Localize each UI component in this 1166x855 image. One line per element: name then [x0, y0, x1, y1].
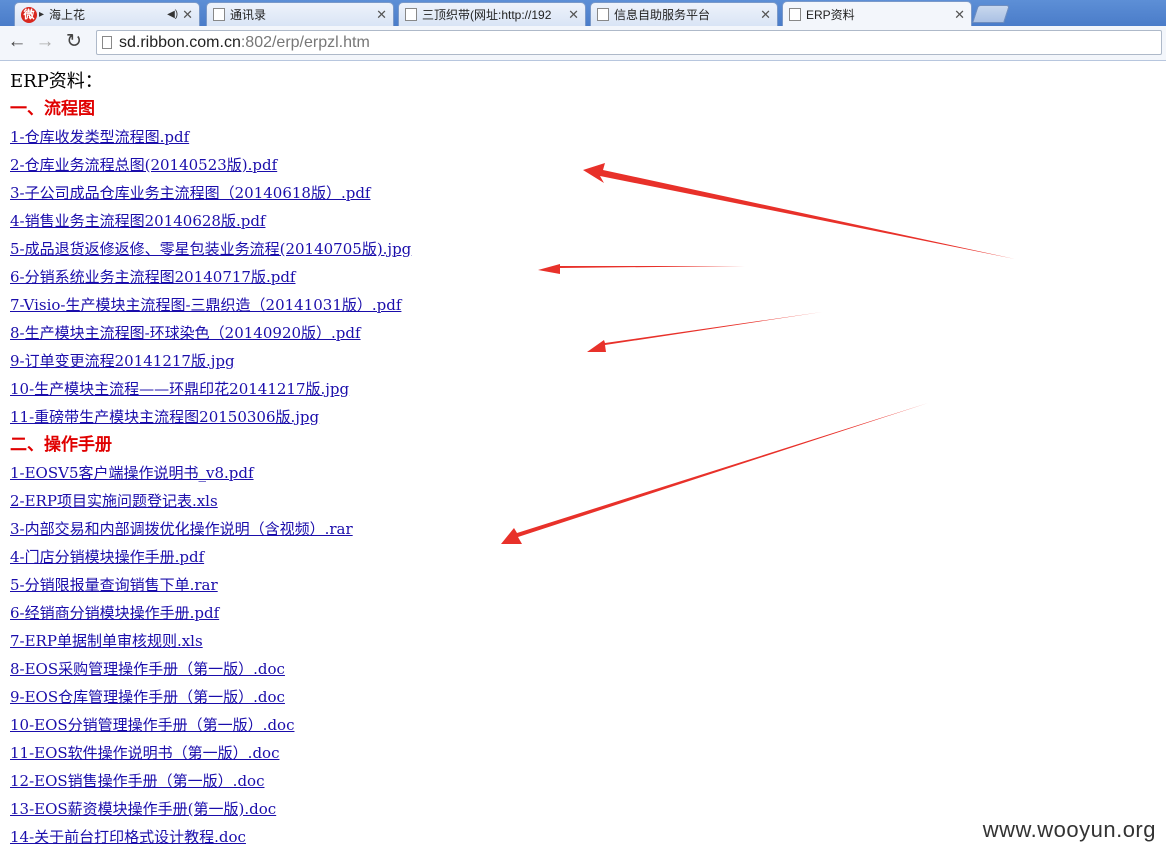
- doc-link[interactable]: 5-分销限报量查询销售下单.rar: [10, 571, 411, 599]
- arrow-annotation: [583, 163, 1015, 259]
- close-icon[interactable]: ✕: [954, 7, 965, 23]
- address-path: :802/erp/erpzl.htm: [240, 34, 370, 51]
- close-icon[interactable]: ✕: [376, 7, 387, 23]
- page-icon: [213, 8, 225, 21]
- doc-link[interactable]: 8-EOS采购管理操作手册（第一版）.doc: [10, 655, 411, 683]
- doc-link[interactable]: 14-关于前台打印格式设计教程.doc: [10, 823, 411, 851]
- tab-strip: 微 ▸ 海上花 ◀) ✕ 通讯录 ✕ 三顶织带(网址:http://192 ✕ …: [0, 0, 1166, 27]
- tab-erp[interactable]: ERP资料 ✕: [782, 1, 972, 27]
- close-icon[interactable]: ✕: [182, 7, 193, 23]
- doc-link[interactable]: 1-EOSV5客户端操作说明书_v8.pdf: [10, 459, 411, 487]
- doc-link[interactable]: 2-仓库业务流程总图(20140523版).pdf: [10, 151, 411, 179]
- doc-link[interactable]: 10-EOS分销管理操作手册（第一版）.doc: [10, 711, 411, 739]
- doc-link[interactable]: 8-生产模块主流程图-环球染色（20140920版）.pdf: [10, 319, 411, 347]
- tab-haishanghua[interactable]: 微 ▸ 海上花 ◀) ✕: [14, 2, 200, 26]
- page-icon: [102, 36, 112, 49]
- watermark: www.wooyun.org: [982, 817, 1156, 842]
- page-icon: [597, 8, 609, 21]
- play-icon: ▸: [39, 9, 45, 20]
- doc-link[interactable]: 4-门店分销模块操作手册.pdf: [10, 543, 411, 571]
- tab-selfservice[interactable]: 信息自助服务平台 ✕: [590, 2, 778, 26]
- doc-link[interactable]: 9-EOS仓库管理操作手册（第一版）.doc: [10, 683, 411, 711]
- page-icon: [789, 8, 801, 21]
- tab-title: 海上花: [49, 8, 86, 22]
- section-heading-flowcharts: 一、流程图: [10, 99, 95, 119]
- tab-title: ERP资料: [806, 8, 855, 22]
- doc-link[interactable]: 11-重磅带生产模块主流程图20150306版.jpg: [10, 403, 411, 431]
- doc-link[interactable]: 6-分销系统业务主流程图20140717版.pdf: [10, 263, 411, 291]
- toolbar: ← → ↻ sd.ribbon.com.cn:802/erp/erpzl.htm: [0, 26, 1166, 61]
- section-heading-manuals: 二、操作手册: [10, 435, 112, 455]
- tab-sanding[interactable]: 三顶织带(网址:http://192 ✕: [398, 2, 586, 26]
- page-icon: [405, 8, 417, 21]
- new-tab-button[interactable]: [972, 5, 1010, 23]
- page-title: ERP资料：: [10, 71, 103, 92]
- tab-title: 通讯录: [230, 8, 267, 22]
- reload-icon[interactable]: ↻: [63, 31, 85, 53]
- speaker-icon: ◀): [167, 9, 179, 20]
- doc-link[interactable]: 11-EOS软件操作说明书（第一版）.doc: [10, 739, 411, 767]
- doc-link[interactable]: 1-仓库收发类型流程图.pdf: [10, 123, 411, 151]
- arrow-annotation: [501, 403, 928, 544]
- doc-link[interactable]: 6-经销商分销模块操作手册.pdf: [10, 599, 411, 627]
- close-icon[interactable]: ✕: [568, 7, 579, 23]
- address-host: sd.ribbon.com.cn: [119, 34, 241, 51]
- arrow-annotation: [587, 312, 822, 352]
- doc-link[interactable]: 13-EOS薪资模块操作手册(第一版).doc: [10, 795, 411, 823]
- doc-link[interactable]: 2-ERP项目实施问题登记表.xls: [10, 487, 411, 515]
- tab-title: 三顶织带(网址:http://192: [422, 8, 552, 22]
- address-bar[interactable]: sd.ribbon.com.cn:802/erp/erpzl.htm: [96, 30, 1162, 55]
- forward-icon[interactable]: →: [34, 31, 56, 53]
- doc-link[interactable]: 9-订单变更流程20141217版.jpg: [10, 347, 411, 375]
- arrow-annotation: [538, 264, 745, 274]
- doc-link[interactable]: 3-子公司成品仓库业务主流程图（20140618版）.pdf: [10, 179, 411, 207]
- doc-link[interactable]: 12-EOS销售操作手册（第一版）.doc: [10, 767, 411, 795]
- doc-link[interactable]: 7-Visio-生产模块主流程图-三鼎织造（20141031版）.pdf: [10, 291, 411, 319]
- doc-link[interactable]: 7-ERP单据制单审核规则.xls: [10, 627, 411, 655]
- tab-contacts[interactable]: 通讯录 ✕: [206, 2, 394, 26]
- weibo-icon: 微: [21, 6, 37, 23]
- page-content: ERP资料： 一、流程图 1-仓库收发类型流程图.pdf 2-仓库业务流程总图(…: [10, 69, 411, 851]
- doc-link[interactable]: 5-成品退货返修返修、零星包装业务流程(20140705版).jpg: [10, 235, 411, 263]
- doc-link[interactable]: 3-内部交易和内部调拨优化操作说明（含视频）.rar: [10, 515, 411, 543]
- doc-link[interactable]: 10-生产模块主流程——环鼎印花20141217版.jpg: [10, 375, 411, 403]
- doc-link[interactable]: 4-销售业务主流程图20140628版.pdf: [10, 207, 411, 235]
- tab-title: 信息自助服务平台: [614, 8, 711, 22]
- close-icon[interactable]: ✕: [760, 7, 771, 23]
- back-icon[interactable]: ←: [6, 31, 28, 53]
